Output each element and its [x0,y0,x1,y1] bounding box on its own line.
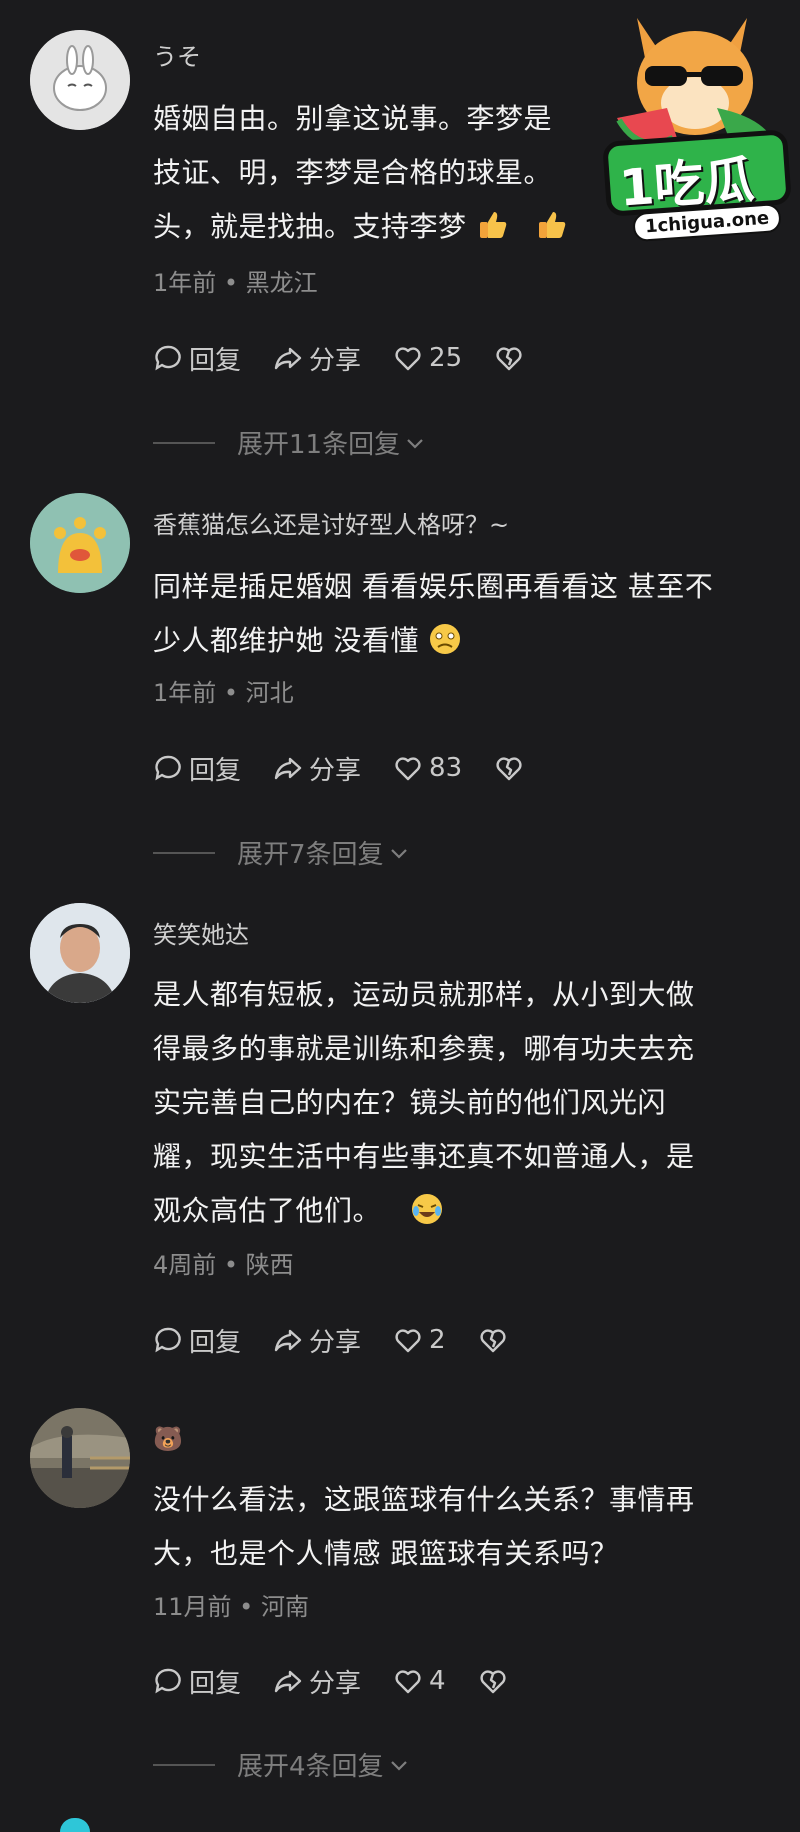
expand-replies-button[interactable]: 展开7条回复 [153,834,410,871]
like-button[interactable]: 83 [393,753,462,783]
comment-line: 没什么看法，这跟篮球有什么关系？事情再 [153,1483,695,1516]
dislike-button[interactable] [494,753,530,783]
like-count: 83 [429,753,463,783]
expand-replies-label: 展开11条回复 [237,430,401,460]
divider [153,851,215,854]
reply-button[interactable]: 回复 [153,1663,241,1700]
reply-label: 回复 [189,1668,242,1699]
comment-text: 同样是插足婚姻 看看娱乐圈再看看这 甚至不 少人都维护她 没看懂 [153,560,783,668]
comment-line: 得最多的事就是训练和参赛，哪有功夫去充 [153,1032,695,1065]
site-watermark: 1吃瓜 1chigua.one [597,8,797,248]
reply-label: 回复 [189,755,242,786]
thumbs-up-emoji-icon [539,212,566,238]
like-button[interactable]: 2 [393,1325,446,1355]
confused-face-emoji-icon [430,624,461,654]
comment-line-text: 少人都维护她 没看懂 [153,624,419,657]
dislike-button[interactable] [494,343,530,373]
share-label: 分享 [309,345,362,376]
comment-meta: 1年前 • 黑龙江 [153,269,318,297]
reply-button[interactable]: 回复 [153,750,241,787]
reply-label: 回复 [189,1327,242,1358]
share-button[interactable]: 分享 [273,340,361,377]
comment-line: 少人都维护她 没看懂 [153,614,783,668]
heart-icon [395,757,421,781]
like-count: 2 [429,1325,446,1355]
comment-meta: 4周前 • 陕西 [153,1251,294,1279]
dislike-button[interactable] [478,1666,514,1696]
expand-replies-label: 展开7条回复 [237,840,384,870]
comment-text: 是人都有短板，运动员就那样，从小到大做 得最多的事就是训练和参赛，哪有功夫去充 … [153,968,783,1238]
next-avatar-partial [60,1818,90,1832]
thumbs-up-emoji-icon [479,212,507,238]
share-icon [274,757,302,780]
avatar[interactable] [30,30,130,130]
expand-replies-button[interactable]: 展开11条回复 [153,424,426,461]
heart-icon [395,1329,421,1353]
share-button[interactable]: 分享 [273,750,361,787]
comment-actions: 回复 分享 83 [153,748,562,788]
reply-label: 回复 [189,345,242,376]
divider [153,1763,215,1766]
chevron-down-icon [390,1760,407,1771]
comment-actions: 回复 分享 2 [153,1320,546,1360]
dislike-button[interactable] [478,1325,514,1355]
expand-replies-label: 展开4条回复 [237,1752,384,1782]
expand-replies-button[interactable]: 展开4条回复 [153,1746,410,1783]
heart-icon [395,347,421,371]
chevron-down-icon [390,848,407,859]
broken-heart-icon [496,757,522,781]
comment-actions: 回复 分享 25 [153,338,562,378]
comment-line: 同样是插足婚姻 看看娱乐圈再看看这 甚至不 [153,570,714,603]
share-icon [274,347,302,370]
broken-heart-icon [479,1670,506,1694]
comment-author[interactable]: うそ [153,42,201,72]
like-count: 25 [429,343,463,373]
comment-line: 大，也是个人情感 跟篮球有关系吗？ [153,1537,619,1570]
broken-heart-icon [479,1329,506,1353]
share-label: 分享 [309,1327,362,1358]
avatar[interactable] [30,903,130,1003]
comment-line-text: 头，就是找抽。支持李梦 [153,210,467,243]
share-label: 分享 [309,1668,362,1699]
comment-icon [155,345,181,371]
comment-meta: 1年前 • 河北 [153,679,294,707]
comment-icon [155,1668,181,1694]
comment-author[interactable]: 笑笑她达 [153,920,249,950]
comment-line: 观众高估了他们。 [153,1184,783,1238]
share-icon [274,1329,302,1352]
share-icon [274,1670,302,1693]
reply-button[interactable]: 回复 [153,1322,241,1359]
comment-line: 实完善自己的内在？镜头前的他们风光闪 [153,1086,667,1119]
comment-text: 没什么看法，这跟篮球有什么关系？事情再 大，也是个人情感 跟篮球有关系吗？ [153,1473,783,1581]
heart-icon [395,1670,421,1694]
avatar[interactable] [30,1408,130,1508]
comment-actions: 回复 分享 4 [153,1661,546,1701]
share-button[interactable]: 分享 [273,1322,361,1359]
comment-line: 是人都有短板，运动员就那样，从小到大做 [153,978,695,1011]
like-count: 4 [429,1666,446,1696]
comment-icon [155,1327,181,1353]
laughing-crying-emoji-icon [412,1194,443,1224]
like-button[interactable]: 4 [393,1666,446,1696]
comment-author[interactable]: 香蕉猫怎么还是讨好型人格呀？~ [153,510,509,540]
share-label: 分享 [309,755,362,786]
share-button[interactable]: 分享 [273,1663,361,1700]
comment-icon [155,755,181,781]
broken-heart-icon [496,347,522,371]
comment-meta: 11月前 • 河南 [153,1593,309,1621]
comment-author[interactable]: 🐻 [153,1424,183,1454]
reply-button[interactable]: 回复 [153,340,241,377]
comment-line-text: 观众高估了他们。 [153,1194,382,1227]
divider [153,441,215,444]
chevron-down-icon [407,438,423,449]
comment-line: 耀，现实生活中有些事还真不如普通人，是 [153,1140,695,1173]
avatar[interactable] [30,493,130,593]
like-button[interactable]: 25 [393,343,462,373]
